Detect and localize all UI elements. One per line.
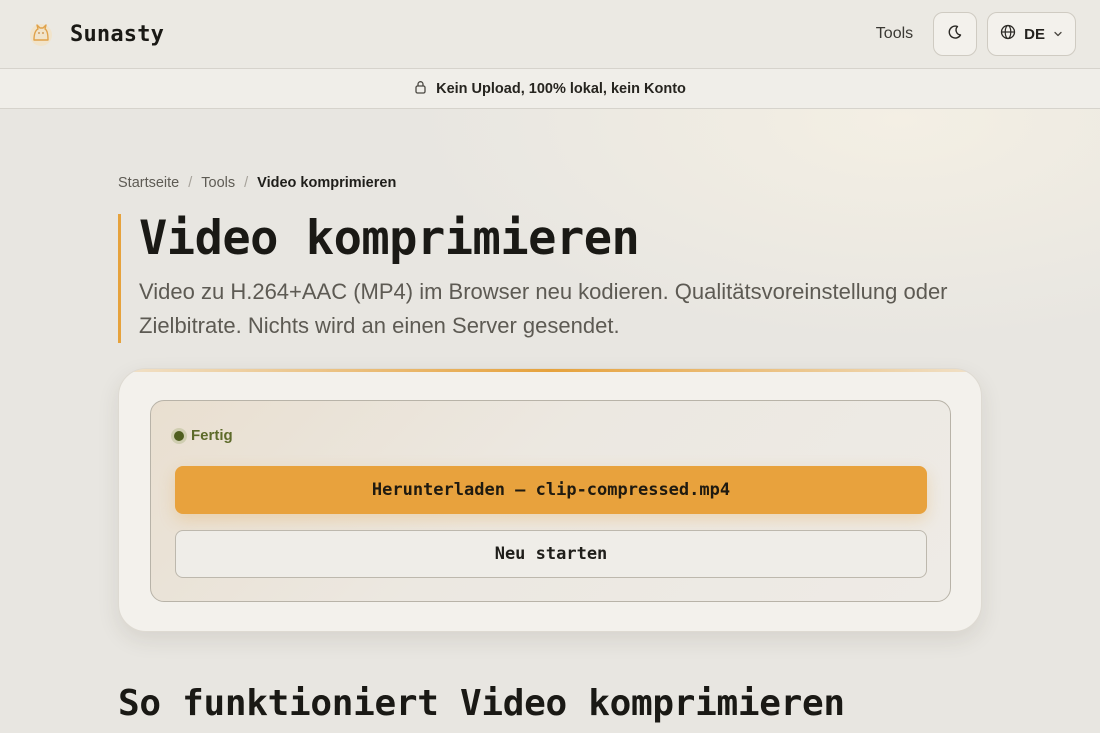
cat-logo-icon (26, 19, 56, 49)
theme-toggle-button[interactable] (933, 12, 978, 56)
breadcrumb-item-tools[interactable]: Tools (201, 175, 235, 191)
page-title: Video komprimieren (139, 211, 640, 266)
card-accent-line (119, 369, 981, 372)
language-selected-value: DE (1024, 25, 1045, 43)
brand-link[interactable]: Sunasty (26, 19, 164, 49)
page-description: Video zu H.264+AAC (MP4) im Browser neu … (139, 279, 948, 339)
privacy-banner: Kein Upload, 100% lokal, kein Konto (0, 68, 1100, 109)
result-panel: Fertig Herunterladen — clip-compressed.m… (150, 400, 951, 602)
header-actions: Tools DE (876, 12, 1076, 56)
globe-icon (1000, 24, 1016, 44)
breadcrumb-separator: / (188, 175, 193, 191)
site-header: Sunasty Tools DE (0, 0, 1100, 68)
moon-icon (947, 24, 963, 45)
download-button[interactable]: Herunterladen — clip-compressed.mp4 (175, 466, 927, 514)
privacy-banner-text: Kein Upload, 100% lokal, kein Konto (436, 80, 686, 97)
restart-button[interactable]: Neu starten (175, 530, 927, 578)
brand-name: Sunasty (70, 21, 165, 47)
nav-tools-link[interactable]: Tools (876, 25, 913, 43)
status-label: Fertig (191, 427, 233, 444)
how-it-works-heading: So funktioniert Video komprimieren (118, 683, 845, 724)
breadcrumb-item-home[interactable]: Startseite (118, 175, 179, 191)
status-dot-icon (174, 430, 184, 441)
tool-card: Fertig Herunterladen — clip-compressed.m… (118, 368, 982, 632)
lock-icon (414, 80, 427, 98)
breadcrumb-separator: / (244, 175, 249, 191)
page-hero: Video komprimieren Video zu H.264+AAC (M… (118, 211, 978, 344)
status-badge: Fertig (174, 427, 233, 444)
breadcrumb-item-current: Video komprimieren (257, 175, 397, 191)
breadcrumb: Startseite / Tools / Video komprimieren (118, 175, 396, 191)
chevron-down-icon (1053, 26, 1063, 43)
language-select[interactable]: DE (987, 12, 1076, 56)
